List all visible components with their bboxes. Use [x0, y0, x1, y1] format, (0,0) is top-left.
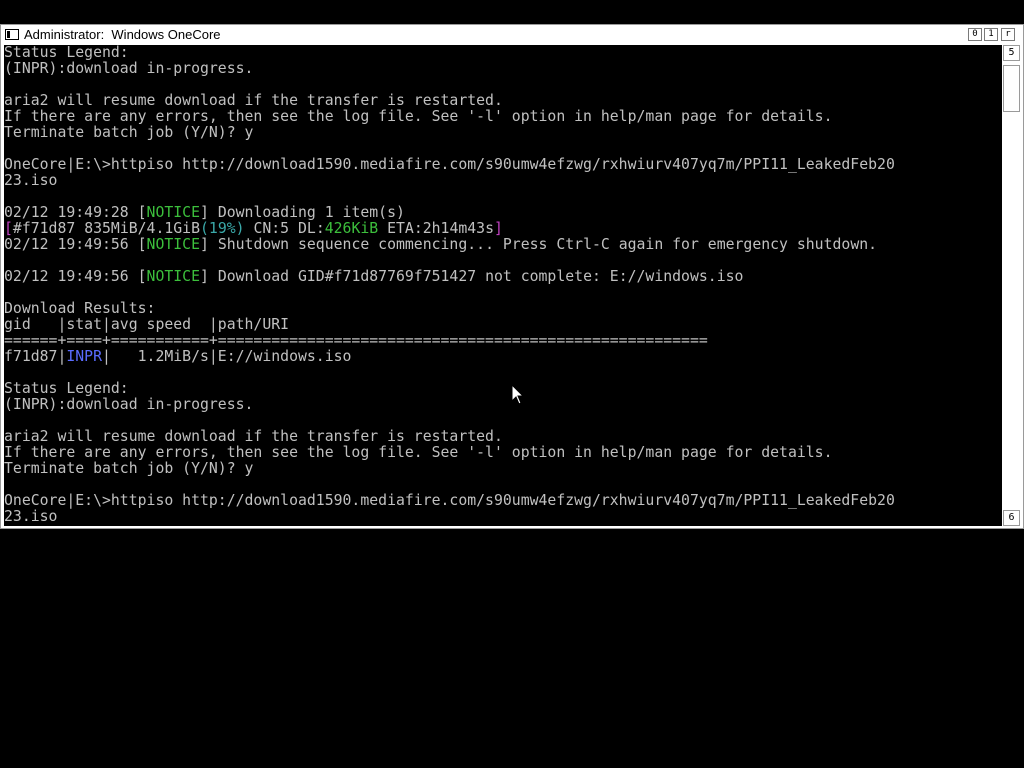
- console-line-segment: NOTICE: [146, 204, 200, 221]
- console-line-segment: ETA:2h14m43s: [378, 220, 494, 237]
- scroll-down-arrow-icon[interactable]: 6: [1003, 510, 1020, 526]
- console-line: 23.iso: [4, 509, 1002, 525]
- console-line: Terminate batch job (Y/N)? y: [4, 125, 1002, 141]
- console-line-segment: 426KiB: [324, 220, 379, 237]
- console-line: 23.iso: [4, 173, 1002, 189]
- console-line: gid |stat|avg speed |path/URI: [4, 317, 1002, 333]
- console-line: Status Legend:: [4, 45, 1002, 61]
- scroll-thumb[interactable]: [1003, 65, 1020, 112]
- console-line-segment: Terminate batch job (Y/N)? y: [4, 460, 254, 477]
- console-line: 02/12 19:49:56 [NOTICE] Shutdown sequenc…: [4, 237, 1002, 253]
- console-line-segment: If there are any errors, then see the lo…: [4, 444, 833, 461]
- console-line-segment: NOTICE: [146, 236, 200, 253]
- console-line-segment: (INPR):download in-progress.: [4, 396, 254, 413]
- console-line-segment: Status Legend:: [4, 45, 129, 61]
- console-line: If there are any errors, then see the lo…: [4, 109, 1002, 125]
- console-line: Download Results:: [4, 301, 1002, 317]
- console-line: aria2 will resume download if the transf…: [4, 93, 1002, 109]
- console-line-segment: CN:5 DL:: [244, 220, 325, 237]
- scroll-up-arrow-icon[interactable]: 5: [1003, 45, 1020, 61]
- console-line-segment: (19%): [200, 220, 245, 237]
- console-line-segment: Terminate batch job (Y/N)? y: [4, 124, 254, 141]
- console-line: Terminate batch job (Y/N)? y: [4, 461, 1002, 477]
- console-app-icon[interactable]: [5, 29, 19, 40]
- console-line: aria2 will resume download if the transf…: [4, 429, 1002, 445]
- console-line-segment: ] Download GID#f71d87769f751427 not comp…: [200, 268, 744, 285]
- title-bar[interactable]: Administrator: Windows OneCore 0 1 r: [1, 25, 1023, 45]
- console-line-segment: ======+====+===========+================…: [4, 332, 708, 349]
- console-line-segment: 02/12 19:49:56 [: [4, 268, 147, 285]
- console-line-segment: 23.iso: [4, 172, 58, 189]
- console-line: f71d87|INPR| 1.2MiB/s|E://windows.iso: [4, 349, 1002, 365]
- console-line-segment: (INPR):download in-progress.: [4, 60, 254, 77]
- console-line: 02/12 19:49:56 [NOTICE] Download GID#f71…: [4, 269, 1002, 285]
- console-line: (INPR):download in-progress.: [4, 397, 1002, 413]
- console-line-segment: f71d87|: [4, 348, 67, 365]
- console-line-segment: ] Downloading 1 item(s): [200, 204, 405, 221]
- window-title: Administrator: Windows OneCore: [24, 27, 221, 42]
- console-window[interactable]: Administrator: Windows OneCore 0 1 r Sta…: [0, 24, 1024, 529]
- console-line-segment: 02/12 19:49:28 [: [4, 204, 147, 221]
- console-line-segment: aria2 will resume download if the transf…: [4, 428, 503, 445]
- console-line: ======+====+===========+================…: [4, 333, 1002, 349]
- console-line-segment: INPR: [66, 348, 102, 365]
- console-text: Status Legend: (INPR):download in-progres…: [4, 45, 1002, 525]
- vertical-scrollbar[interactable]: 5 6: [1003, 45, 1021, 526]
- console-line-segment: ]: [494, 220, 503, 237]
- console-line-segment: [: [4, 220, 13, 237]
- console-line-segment: NOTICE: [146, 268, 200, 285]
- console-line-segment: gid |stat|avg speed |path/URI: [4, 316, 290, 333]
- console-line: OneCore|E:\>httpiso http://download1590.…: [4, 493, 1002, 509]
- console-line-segment: 23.iso: [4, 508, 58, 525]
- console-line: OneCore|E:\>httpiso http://download1590.…: [4, 157, 1002, 173]
- console-line-segment: If there are any errors, then see the lo…: [4, 108, 833, 125]
- console-line: 02/12 19:49:28 [NOTICE] Downloading 1 it…: [4, 205, 1002, 221]
- console-line: Status Legend:: [4, 381, 1002, 397]
- console-line: [#f71d87 835MiB/4.1GiB(19%) CN:5 DL:426K…: [4, 221, 1002, 237]
- console-line-segment: 02/12 19:49:56 [: [4, 236, 147, 253]
- minimize-button[interactable]: 0: [968, 28, 982, 41]
- console-line-segment: ] Shutdown sequence commencing... Press …: [200, 236, 878, 253]
- console-line-segment: #f71d87 835MiB/4.1GiB: [12, 220, 200, 237]
- console-line-segment: Status Legend:: [4, 380, 129, 397]
- console-line-segment: OneCore|E:\>httpiso http://download1590.…: [4, 156, 895, 173]
- close-button[interactable]: r: [1001, 28, 1015, 41]
- console-line-segment: aria2 will resume download if the transf…: [4, 92, 503, 109]
- console-output[interactable]: Status Legend: (INPR):download in-progres…: [4, 45, 1002, 526]
- console-line-segment: | 1.2MiB/s|E://windows.iso: [102, 348, 352, 365]
- mouse-pointer-icon: [511, 384, 525, 405]
- console-line-segment: Download Results:: [4, 300, 156, 317]
- console-line: If there are any errors, then see the lo…: [4, 445, 1002, 461]
- maximize-button[interactable]: 1: [984, 28, 998, 41]
- console-line: (INPR):download in-progress.: [4, 61, 1002, 77]
- console-line-segment: OneCore|E:\>httpiso http://download1590.…: [4, 492, 895, 509]
